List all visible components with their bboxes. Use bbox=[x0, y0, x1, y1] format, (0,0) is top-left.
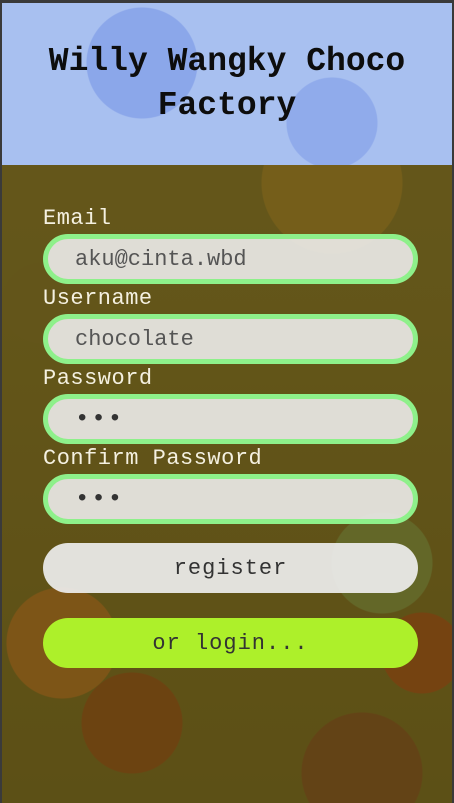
username-label: Username bbox=[43, 286, 153, 311]
register-form: Email Username Password Confirm Password… bbox=[43, 207, 419, 668]
username-field[interactable] bbox=[43, 314, 418, 364]
email-field[interactable] bbox=[43, 234, 418, 284]
email-label: Email bbox=[43, 206, 112, 231]
password-label: Password bbox=[43, 366, 153, 391]
page-title: Willy Wangky Choco Factory bbox=[48, 43, 406, 124]
login-button[interactable]: or login... bbox=[43, 618, 418, 668]
register-button[interactable]: register bbox=[43, 543, 418, 593]
app-frame: Willy Wangky Choco Factory Email Usernam… bbox=[0, 0, 454, 803]
confirm-password-field[interactable] bbox=[43, 474, 418, 524]
header: Willy Wangky Choco Factory bbox=[2, 3, 452, 165]
confirm-password-label: Confirm Password bbox=[43, 446, 263, 471]
password-field[interactable] bbox=[43, 394, 418, 444]
